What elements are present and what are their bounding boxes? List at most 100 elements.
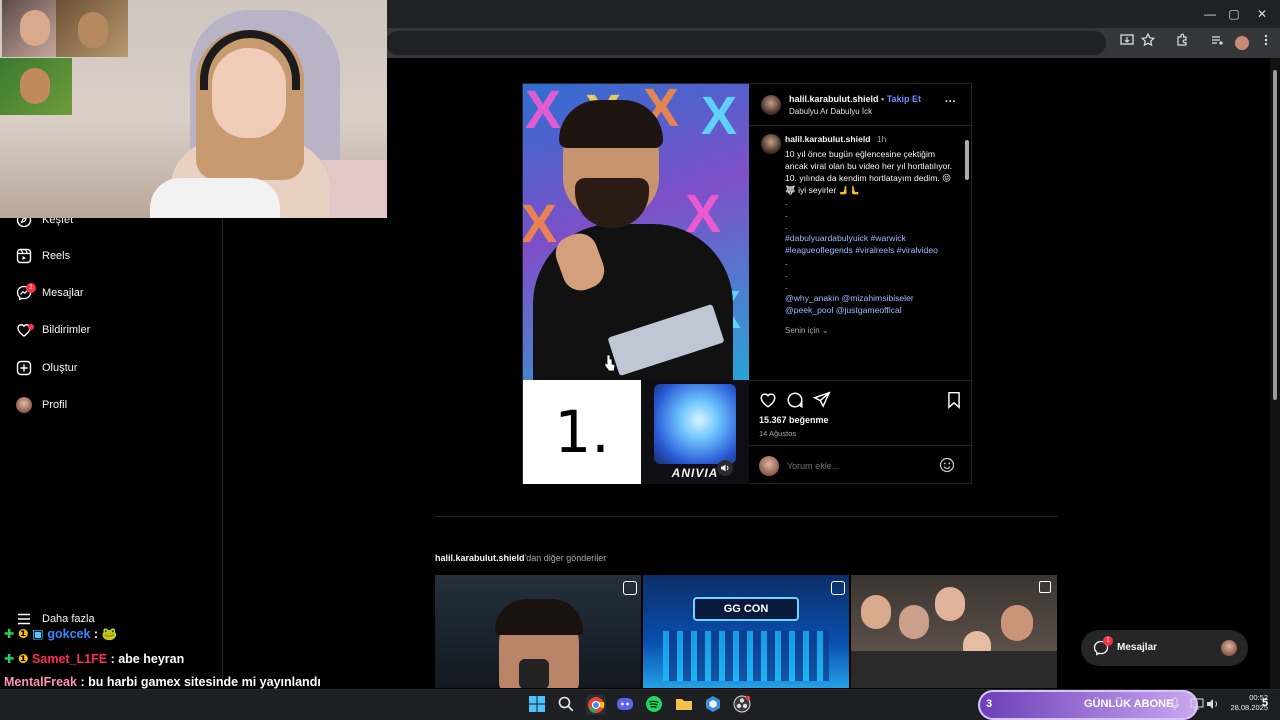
floating-messages-button[interactable]: 1 Mesajlar [1081,630,1248,666]
caption-scroll-thumb[interactable] [965,140,969,180]
search-icon[interactable] [557,695,577,715]
obs-icon[interactable] [733,695,753,715]
chat-badge-icon: ▣ [32,627,44,641]
webcam-overlay [0,0,387,218]
media-icon[interactable] [1207,33,1227,53]
comment-row [749,445,973,485]
sidebar-item-notifications[interactable]: Bildirimler [14,316,90,344]
likes-count[interactable]: 15.367 beğenme [759,415,829,425]
caption-username[interactable]: halil.karabulut.shield [785,134,870,144]
instagram-sidebar: Keşfet Reels 1 Mesajlar Bildirimler Oluş… [0,212,223,688]
mic-icon[interactable] [1170,697,1182,711]
chat-badge-icon: ✚ [4,652,15,666]
heart-icon [14,320,34,340]
app-icon[interactable] [704,695,724,715]
profile-avatar[interactable] [1235,36,1249,50]
ggcon-sign: GG CON [693,597,799,621]
more-posts-suffix: 'dan diğer gönderiler [524,553,607,563]
anivia-art [654,384,736,464]
sidebar-item-create[interactable]: Oluştur [14,354,77,382]
discord-icon[interactable] [616,695,636,715]
address-bar[interactable] [386,31,1106,55]
post-video[interactable]: X X X X X X X [523,84,749,380]
extensions-icon[interactable] [1172,33,1192,53]
person-hair [495,599,583,635]
more-posts-username[interactable]: halil.karabulut.shield [435,553,525,563]
subgoal-target: 5 [1262,697,1269,709]
follow-button[interactable]: Takip Et [887,94,921,104]
for-you-label[interactable]: Senin için ⌄ [785,325,955,337]
viewer-face [20,68,50,104]
person-face [899,605,929,639]
messenger-icon: 1 [1093,636,1113,656]
notification-dot [28,324,34,330]
speaker-icon[interactable] [717,460,733,476]
folder-icon[interactable] [675,695,695,715]
sidebar-item-profile[interactable]: Profil [14,391,67,419]
sidebar-item-messages[interactable]: 1 Mesajlar [14,279,84,307]
start-icon[interactable] [528,695,548,715]
author-username[interactable]: halil.karabulut.shield [789,94,879,104]
chat-username: Samet_L1FE [32,652,108,666]
minimize-button[interactable]: — [1200,4,1220,24]
subscriber-goal-bar: 3 GÜNLÜK ABONE [978,690,1198,720]
page-scrollbar[interactable] [1270,58,1280,689]
person-face [1001,605,1033,641]
caption-dot: . [785,257,788,267]
spotify-icon[interactable] [645,695,665,715]
volume-icon[interactable] [1206,697,1220,711]
star-icon[interactable] [1138,32,1158,53]
stage-lights [663,631,829,681]
comment-input[interactable] [787,459,927,473]
chat-username: MentalFreak [4,675,77,689]
install-icon[interactable] [1117,33,1137,53]
group-bodies [851,651,1057,688]
sidebar-item-reels[interactable]: Reels [14,242,70,270]
monitor-icon[interactable] [1190,697,1204,711]
close-button[interactable]: ✕ [1252,4,1272,24]
cursor-icon [603,354,617,372]
share-icon[interactable] [812,391,831,409]
viewer-face [78,12,108,48]
sidebar-item-label: Mesajlar [42,287,84,299]
grid-post[interactable] [851,575,1057,688]
plus-square-icon [14,358,34,378]
more-options-button[interactable]: ··· [945,96,956,108]
person-beard [575,178,649,228]
brand-logo: X [700,86,738,146]
chat-badge-icon: ❶ [17,627,29,641]
viewer-cam-tile [56,0,128,57]
grid-post[interactable]: GG CON [643,575,849,688]
profile-avatar [14,395,34,415]
bookmark-icon[interactable] [945,391,963,409]
caption-dot: . [785,269,788,279]
sidebar-item-label: Daha fazla [42,613,95,625]
sidebar-item-label: Bildirimler [42,324,91,336]
post-date: 14 Ağustos [759,429,797,438]
unread-badge: 1 [26,283,36,293]
person-face [935,587,965,621]
like-icon[interactable] [759,391,777,409]
author-avatar[interactable] [761,134,781,154]
sidebar-item-label: Profil [42,399,68,411]
chat-message: MentalFreak : bu harbi gamex sitesinde m… [4,675,321,689]
grid-post[interactable] [435,575,641,688]
chat-text: abe heyran [118,652,185,666]
caption-time: 1h [876,134,887,144]
audio-label[interactable]: Dabulyu Ar Dabulyu İck [789,107,872,116]
author-avatar[interactable] [761,95,781,115]
caption-hashtags[interactable]: #dabulyuardabulyuick #warwick #leagueofl… [785,232,955,256]
caption-mentions[interactable]: @why_anakin @mizahimsibiseler @peek_pool… [785,292,955,316]
chrome-icon[interactable] [586,695,606,715]
reels-icon [14,246,34,266]
maximize-button[interactable]: ▢ [1224,4,1244,24]
comment-icon[interactable] [786,391,804,409]
emoji-icon[interactable] [939,457,957,475]
microphone [519,659,549,688]
menu-icon[interactable] [1256,33,1276,53]
streamer-knees [150,178,280,218]
user-avatar [759,456,779,476]
caption-dot: . [785,221,788,231]
reels-icon [831,581,845,595]
viewer-face [20,10,50,46]
